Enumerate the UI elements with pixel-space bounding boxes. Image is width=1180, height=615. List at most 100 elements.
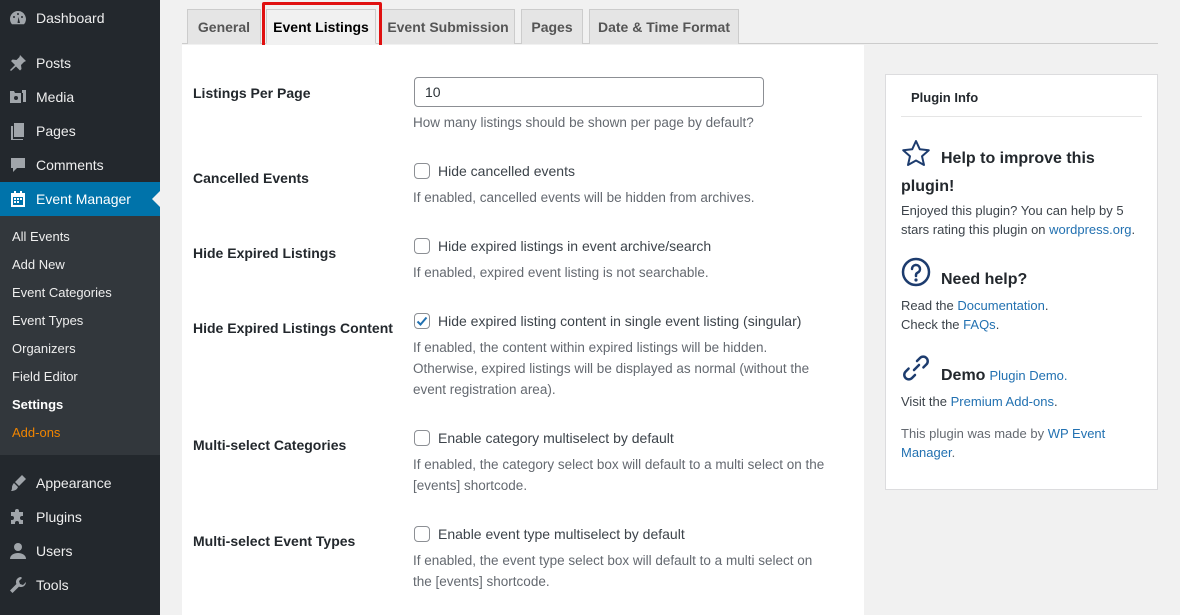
submenu-event-categories[interactable]: Event Categories — [12, 283, 112, 303]
tab-event-listings[interactable]: Event Listings — [266, 9, 376, 44]
multiselect-types-label: Multi-select Event Types — [193, 533, 356, 549]
menu-comments[interactable]: Comments — [0, 148, 160, 182]
desc-line: If enabled, the event type select box wi… — [413, 553, 813, 568]
question-icon — [901, 257, 931, 287]
checkbox-label: Enable category multiselect by default — [438, 430, 674, 446]
menu-appearance[interactable]: Appearance — [0, 466, 160, 500]
hide-expired-content-label: Hide Expired Listings Content — [193, 320, 393, 336]
desc-line: If enabled, the category select box will… — [413, 457, 825, 472]
event-manager-submenu: All Events Add New Event Categories Even… — [0, 216, 160, 455]
wrench-icon — [0, 575, 36, 595]
multiselect-categories-checkbox[interactable] — [414, 430, 430, 446]
demo-text: Visit the Premium Add-ons. — [901, 392, 1058, 411]
plugin-demo-link[interactable]: Plugin Demo. — [989, 368, 1067, 383]
brush-icon — [0, 473, 36, 493]
text-line: Read the Documentation. — [901, 296, 1048, 315]
menu-media[interactable]: Media — [0, 80, 160, 114]
menu-label: Posts — [36, 55, 72, 71]
text-span: This plugin was made by — [901, 426, 1045, 441]
menu-label: Event Manager — [36, 191, 131, 207]
wp-event-manager-link-2[interactable]: Manager — [901, 445, 952, 460]
submenu-all-events[interactable]: All Events — [12, 227, 70, 247]
text-span: Check the — [901, 317, 960, 332]
hide-expired-checkbox[interactable] — [414, 238, 430, 254]
premium-addons-link[interactable]: Premium Add-ons — [951, 394, 1054, 409]
multiselect-categories-option[interactable]: Enable category multiselect by default — [414, 430, 674, 446]
text-line: Check the FAQs. — [901, 315, 1048, 334]
multiselect-types-checkbox[interactable] — [414, 526, 430, 542]
submenu-add-new[interactable]: Add New — [12, 255, 65, 275]
tab-date-time-format[interactable]: Date & Time Format — [589, 9, 739, 44]
pages-icon — [0, 121, 36, 141]
text-line: Visit the Premium Add-ons. — [901, 392, 1058, 411]
checkbox-label: Hide expired listing content in single e… — [438, 313, 802, 329]
hide-expired-content-checkbox[interactable] — [414, 313, 430, 329]
dashboard-icon — [0, 8, 36, 28]
demo-row: Demo Plugin Demo. — [941, 367, 1068, 385]
demo-heading: Demo — [941, 367, 986, 384]
help-text: Read the Documentation. Check the FAQs. — [901, 296, 1048, 334]
multiselect-categories-label: Multi-select Categories — [193, 437, 347, 453]
desc-line: the [events] shortcode. — [413, 574, 550, 589]
star-icon — [902, 140, 930, 166]
submenu-event-types[interactable]: Event Types — [12, 311, 83, 331]
checkmark-icon — [416, 316, 428, 326]
tab-event-submission[interactable]: Event Submission — [381, 9, 515, 44]
plugin-info-box: Plugin Info Help to improve this plugin!… — [885, 74, 1158, 490]
plugin-icon — [0, 507, 36, 527]
menu-label: Appearance — [36, 475, 112, 491]
checkbox-label: Hide cancelled events — [438, 163, 575, 179]
tab-pages[interactable]: Pages — [521, 9, 583, 44]
cancelled-events-desc: If enabled, cancelled events will be hid… — [413, 190, 755, 205]
menu-plugins[interactable]: Plugins — [0, 500, 160, 534]
menu-label: Tools — [36, 577, 69, 593]
submenu-organizers[interactable]: Organizers — [12, 339, 76, 359]
divider — [901, 116, 1142, 117]
menu-event-manager[interactable]: Event Manager — [0, 182, 160, 216]
multiselect-types-desc: If enabled, the event type select box wi… — [413, 550, 812, 592]
menu-dashboard[interactable]: Dashboard — [0, 1, 160, 35]
wordpress-org-link[interactable]: wordpress.org — [1049, 222, 1131, 237]
desc-line: event registration area). — [413, 382, 556, 397]
improve-heading-1: Help to improve this — [941, 150, 1095, 167]
documentation-link[interactable]: Documentation — [957, 298, 1044, 313]
plugin-info-title: Plugin Info — [911, 90, 979, 105]
text-line: This plugin was made by WP Event — [901, 424, 1105, 443]
comment-icon — [0, 155, 36, 175]
text-span: stars rating this plugin on — [901, 222, 1046, 237]
menu-posts[interactable]: Posts — [0, 46, 160, 80]
user-icon — [0, 541, 36, 561]
text-span: . — [1044, 298, 1049, 313]
cancelled-events-checkbox[interactable] — [414, 163, 430, 179]
made-by-text: This plugin was made by WP Event Manager… — [901, 424, 1105, 462]
need-help-heading: Need help? — [941, 271, 1028, 288]
submenu-field-editor[interactable]: Field Editor — [12, 367, 78, 387]
hide-expired-option[interactable]: Hide expired listings in event archive/s… — [414, 238, 711, 254]
hide-expired-content-option[interactable]: Hide expired listing content in single e… — [414, 313, 801, 329]
hide-expired-content-desc: If enabled, the content within expired l… — [413, 337, 809, 400]
text-span: . — [995, 317, 1000, 332]
tab-general[interactable]: General — [187, 9, 261, 44]
submenu-add-ons[interactable]: Add-ons — [12, 423, 60, 443]
settings-panel: Listings Per Page How many listings shou… — [182, 45, 864, 615]
desc-line: Otherwise, expired listings will be disp… — [413, 361, 810, 376]
listings-per-page-label: Listings Per Page — [193, 85, 311, 101]
text-line: Enjoyed this plugin? You can help by 5 — [901, 203, 1124, 218]
cancelled-events-option[interactable]: Hide cancelled events — [414, 163, 575, 179]
text-span: . — [1053, 394, 1058, 409]
menu-tools[interactable]: Tools — [0, 568, 160, 602]
hide-expired-desc: If enabled, expired event listing is not… — [413, 265, 709, 280]
hide-expired-label: Hide Expired Listings — [193, 245, 337, 261]
admin-sidebar: Dashboard Posts Media Pages Comments Eve… — [0, 0, 160, 615]
calendar-icon — [0, 189, 36, 209]
improve-text: Enjoyed this plugin? You can help by 5 s… — [901, 201, 1135, 239]
submenu-settings[interactable]: Settings — [12, 395, 63, 415]
menu-pages[interactable]: Pages — [0, 114, 160, 148]
menu-label: Pages — [36, 123, 76, 139]
wp-event-manager-link[interactable]: WP Event — [1048, 426, 1106, 441]
menu-label: Comments — [36, 157, 104, 173]
faqs-link[interactable]: FAQs — [963, 317, 996, 332]
multiselect-types-option[interactable]: Enable event type multiselect by default — [414, 526, 685, 542]
listings-per-page-input[interactable] — [414, 77, 764, 107]
menu-users[interactable]: Users — [0, 534, 160, 568]
